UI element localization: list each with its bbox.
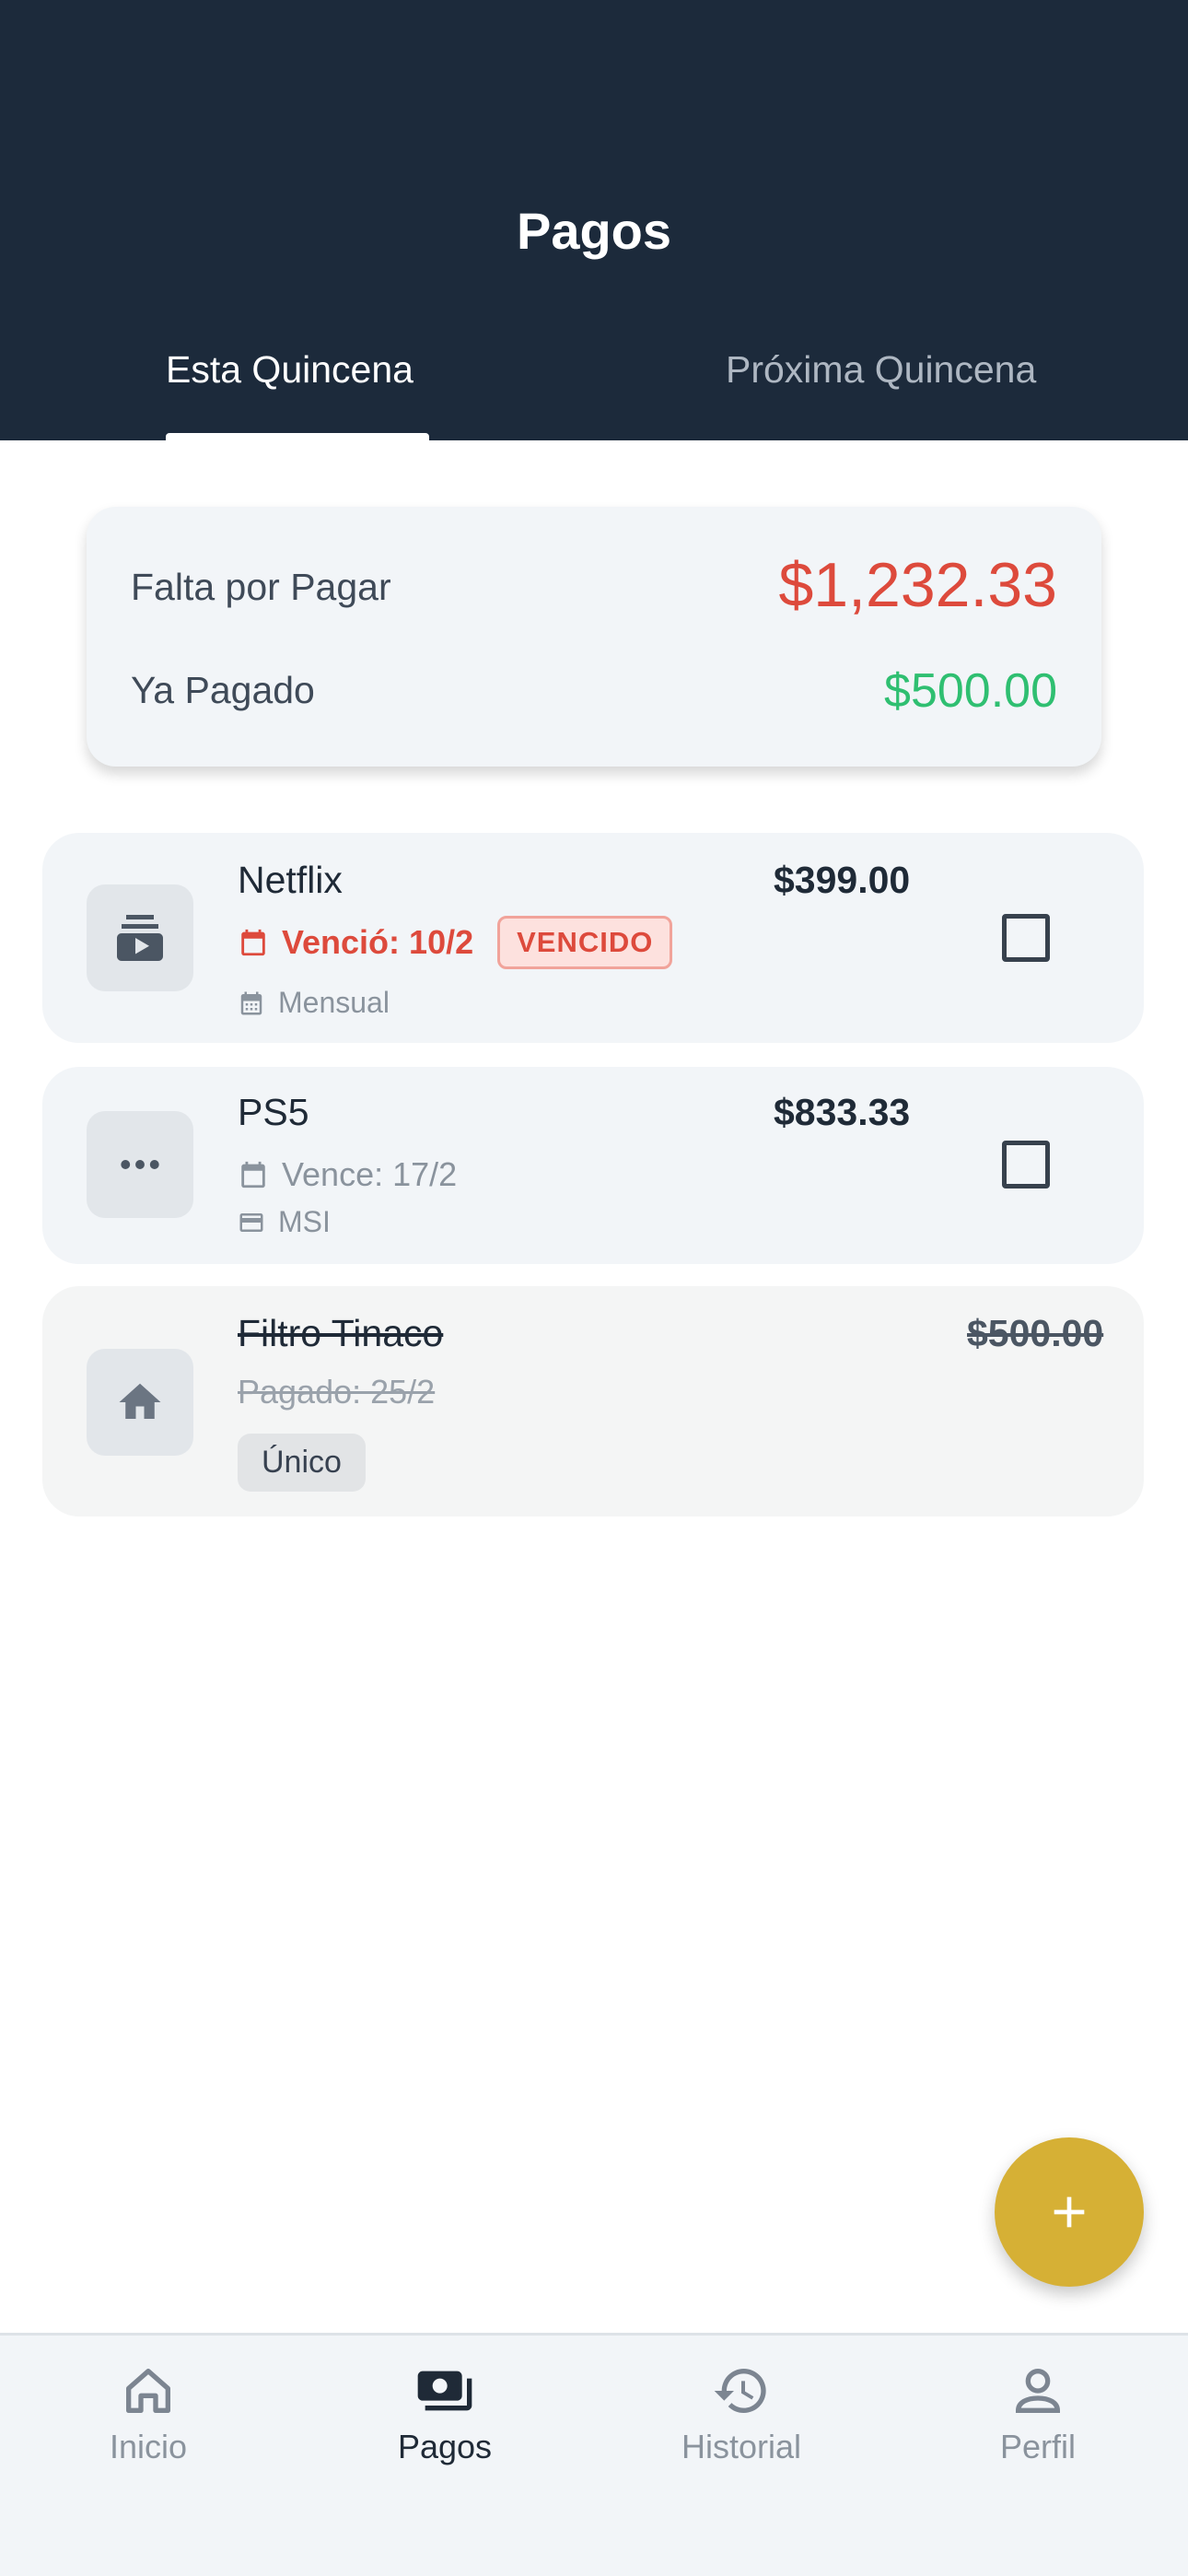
mark-paid-checkbox[interactable]	[1002, 1141, 1050, 1188]
add-payment-button[interactable]	[995, 2137, 1144, 2287]
overdue-badge: VENCIDO	[497, 916, 673, 969]
tab-proxima-quincena[interactable]: Próxima Quincena	[726, 348, 1036, 392]
payment-item-filtro-tinaco[interactable]: Filtro Tinaco $500.00 Pagado: 25/2 Único	[42, 1286, 1144, 1516]
home-outline-icon	[126, 2369, 170, 2413]
nav-item-pagos[interactable]: Pagos	[297, 2361, 593, 2466]
payments-icon	[417, 2371, 472, 2411]
credit-card-icon	[239, 1212, 263, 1232]
tab-esta-quincena[interactable]: Esta Quincena	[166, 348, 413, 392]
payment-name: Filtro Tinaco	[238, 1312, 444, 1354]
bottom-navigation: Inicio Pagos Historial Perfil	[0, 2333, 1188, 2576]
due-date-text: Venció: 10/2	[282, 923, 474, 961]
due-date-row: Vence: 17/2	[238, 1155, 457, 1194]
app-header: Pagos Esta Quincena Próxima Quincena	[0, 0, 1188, 440]
payment-amount: $399.00	[774, 859, 911, 901]
person-icon	[1015, 2369, 1061, 2413]
mark-paid-checkbox[interactable]	[1002, 914, 1050, 962]
more-horizontal-icon	[87, 1111, 193, 1218]
nav-item-inicio[interactable]: Inicio	[0, 2361, 297, 2466]
due-date-text: Vence: 17/2	[282, 1155, 458, 1193]
paid-date-text: Pagado: 25/2	[238, 1373, 436, 1411]
nav-label: Inicio	[109, 2428, 188, 2465]
calendar-icon	[241, 1161, 265, 1188]
nav-item-historial[interactable]: Historial	[593, 2361, 890, 2466]
page-title: Pagos	[516, 202, 672, 260]
history-icon	[714, 2369, 766, 2413]
subscriptions-icon	[87, 884, 193, 991]
calendar-icon	[241, 929, 265, 956]
frequency-text: Mensual	[278, 986, 390, 1019]
due-date-row: Venció: 10/2 VENCIDO	[238, 916, 673, 969]
plus-icon	[1054, 2196, 1085, 2228]
payment-name: PS5	[238, 1091, 309, 1133]
payment-item-ps5[interactable]: PS5 $833.33 Vence: 17/2 MSI	[42, 1067, 1144, 1264]
frequency-badge: Único	[238, 1434, 366, 1492]
frequency-row: MSI	[238, 1205, 331, 1239]
nav-label: Perfil	[999, 2428, 1077, 2465]
frequency-text: MSI	[278, 1205, 331, 1238]
payment-item-netflix[interactable]: Netflix $399.00 Venció: 10/2 VENCIDO Men…	[42, 833, 1144, 1043]
nav-item-perfil[interactable]: Perfil	[890, 2361, 1186, 2466]
frequency-row: Mensual	[238, 986, 390, 1020]
paid-amount: $500.00	[884, 664, 1057, 718]
nav-label: Historial	[681, 2428, 802, 2465]
nav-label: Pagos	[397, 2428, 493, 2465]
home-icon	[87, 1349, 193, 1456]
summary-card: Falta por Pagar $1,232.33 Ya Pagado $500…	[87, 507, 1101, 767]
payment-amount: $500.00	[967, 1312, 1104, 1354]
payment-amount: $833.33	[774, 1091, 911, 1133]
calendar-month-icon	[240, 991, 262, 1014]
active-tab-indicator	[166, 433, 429, 440]
payment-name: Netflix	[238, 859, 343, 901]
paid-label: Ya Pagado	[131, 669, 315, 711]
due-label: Falta por Pagar	[131, 566, 391, 608]
due-amount: $1,232.33	[778, 550, 1057, 620]
